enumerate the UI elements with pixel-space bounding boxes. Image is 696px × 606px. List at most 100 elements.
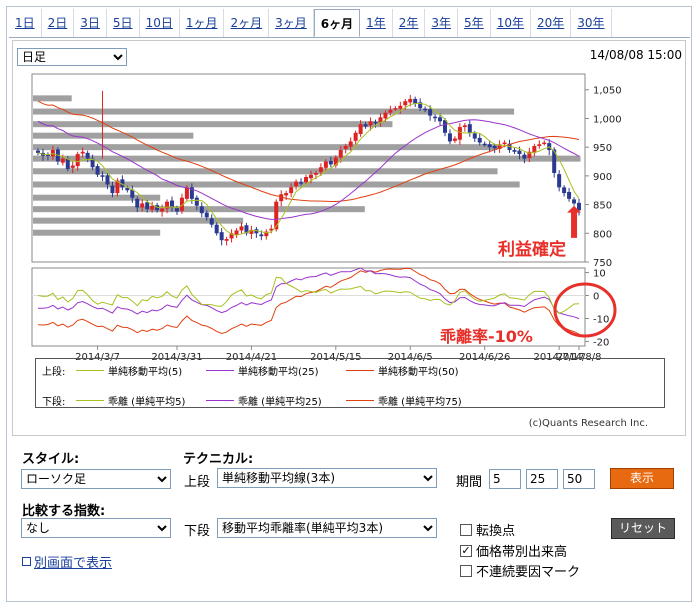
candle-body — [308, 174, 313, 179]
candle-body — [492, 146, 497, 149]
legend-upper-label: 上段: — [42, 367, 66, 378]
period-input-1[interactable] — [489, 469, 521, 489]
tab-0[interactable]: 1日 — [9, 9, 42, 37]
candle-body — [304, 177, 309, 183]
tab-13[interactable]: 10年 — [491, 9, 531, 37]
chart-legend: 上段: 下段: 単純移動平均(5) 単純移動平均(25) 単純移動平均(50) … — [35, 358, 665, 408]
candle-body — [204, 212, 209, 218]
legend-swatch — [206, 370, 234, 371]
candle-body — [234, 230, 239, 235]
dev75-line — [37, 267, 580, 335]
candle-body — [487, 144, 492, 148]
volume-profile-bar — [33, 108, 515, 115]
lower-label: 下段 — [184, 524, 211, 539]
tab-1[interactable]: 2日 — [42, 9, 75, 37]
legend-dev75: 乖離 (単純平均75) — [346, 393, 462, 408]
legend-sma25: 単純移動平均(25) — [206, 363, 319, 378]
volume-profile-bar — [33, 206, 365, 213]
upper-y-tick-label: 750 — [593, 258, 612, 269]
show-button[interactable]: 表示 — [610, 468, 674, 489]
checkbox-box[interactable] — [460, 564, 472, 577]
candle-body — [482, 143, 487, 146]
candle-body — [413, 98, 418, 104]
upper-y-tick-label: 800 — [593, 229, 612, 240]
candle-body — [338, 150, 343, 158]
upper-y-tick-label: 900 — [593, 172, 612, 183]
checkbox-turning-point[interactable]: 転換点 — [460, 520, 515, 539]
candle-body — [447, 133, 452, 142]
interval-select[interactable]: 日足 — [17, 48, 127, 66]
candle-body — [284, 193, 289, 196]
tab-4[interactable]: 10日 — [140, 9, 180, 37]
candle-body — [572, 199, 577, 204]
legend-dev25: 乖離 (単純平均25) — [206, 393, 322, 408]
checkbox-box[interactable]: ✓ — [460, 544, 472, 557]
candle-body — [363, 124, 368, 127]
candle-body — [567, 191, 572, 199]
tab-12[interactable]: 5年 — [458, 9, 491, 37]
tab-9[interactable]: 1年 — [360, 9, 393, 37]
candle-body — [502, 142, 507, 145]
copyright: (c)Quants Research Inc. — [528, 418, 648, 429]
candle-body — [140, 203, 145, 208]
candle-body — [393, 108, 398, 110]
upper-technical-select[interactable]: 単純移動平均線(3本) — [217, 468, 437, 488]
tab-6[interactable]: 2ヶ月 — [224, 9, 270, 37]
profit-annotation: 利益確定 — [498, 239, 566, 260]
candle-body — [289, 187, 294, 194]
candle-body — [353, 132, 358, 141]
candle-body — [433, 116, 438, 119]
candle-body — [274, 201, 279, 230]
candle-body — [452, 138, 457, 141]
candle-body — [150, 205, 155, 210]
candle-body — [358, 124, 363, 134]
volume-profile-bar — [33, 121, 393, 128]
volume-profile-bar — [33, 132, 194, 139]
new-window-icon — [22, 557, 31, 566]
tab-8[interactable]: 6ヶ月 — [313, 9, 361, 37]
tab-5[interactable]: 1ヶ月 — [180, 9, 225, 37]
reset-button[interactable]: リセット — [611, 518, 675, 539]
candle-body — [408, 98, 413, 103]
volume-profile-bar — [33, 95, 72, 102]
checkbox-box[interactable] — [460, 523, 472, 536]
tab-15[interactable]: 30年 — [571, 9, 612, 37]
technical-label: テクニカル: — [183, 452, 254, 467]
style-select[interactable]: ローソク足 — [21, 469, 171, 489]
legend-swatch — [76, 400, 104, 401]
candle-body — [442, 120, 447, 133]
legend-sma50: 単純移動平均(50) — [346, 363, 459, 378]
lower-technical-select[interactable]: 移動平均乖離率(単純平均3本) — [217, 518, 437, 538]
compare-select[interactable]: なし — [21, 518, 171, 538]
period-input-2[interactable] — [526, 469, 558, 489]
volume-profile-bar — [33, 229, 161, 236]
tab-14[interactable]: 20年 — [531, 9, 572, 37]
tab-7[interactable]: 3ヶ月 — [269, 9, 314, 37]
legend-lower-label: 下段: — [42, 397, 66, 408]
candle-body — [85, 152, 90, 159]
candle-body — [259, 234, 264, 237]
candle-body — [313, 173, 318, 175]
checkbox-discontinuity[interactable]: 不連続要因マーク — [460, 561, 580, 580]
tab-2[interactable]: 3日 — [74, 9, 107, 37]
checkbox-volume-by-price[interactable]: ✓ 価格帯別出来高 — [460, 541, 567, 560]
period-input-3[interactable] — [563, 469, 595, 489]
upper-y-tick-label: 1,050 — [593, 86, 622, 97]
new-window-link[interactable]: 別画面で表示 — [22, 552, 112, 571]
candle-body — [428, 109, 433, 116]
candle-body — [299, 182, 304, 184]
candle-body — [348, 141, 353, 147]
period-label: 期間 — [456, 475, 483, 490]
style-label: スタイル: — [22, 452, 80, 467]
candle-body — [457, 127, 462, 140]
candle-body — [477, 137, 482, 143]
tab-10[interactable]: 2年 — [393, 9, 426, 37]
legend-swatch — [346, 400, 374, 401]
candle-body — [467, 124, 472, 133]
tab-11[interactable]: 3年 — [425, 9, 459, 37]
candle-body — [373, 121, 378, 124]
tab-3[interactable]: 5日 — [107, 9, 140, 37]
candle-body — [60, 158, 65, 163]
candle-body — [224, 239, 229, 241]
candle-body — [577, 202, 581, 211]
